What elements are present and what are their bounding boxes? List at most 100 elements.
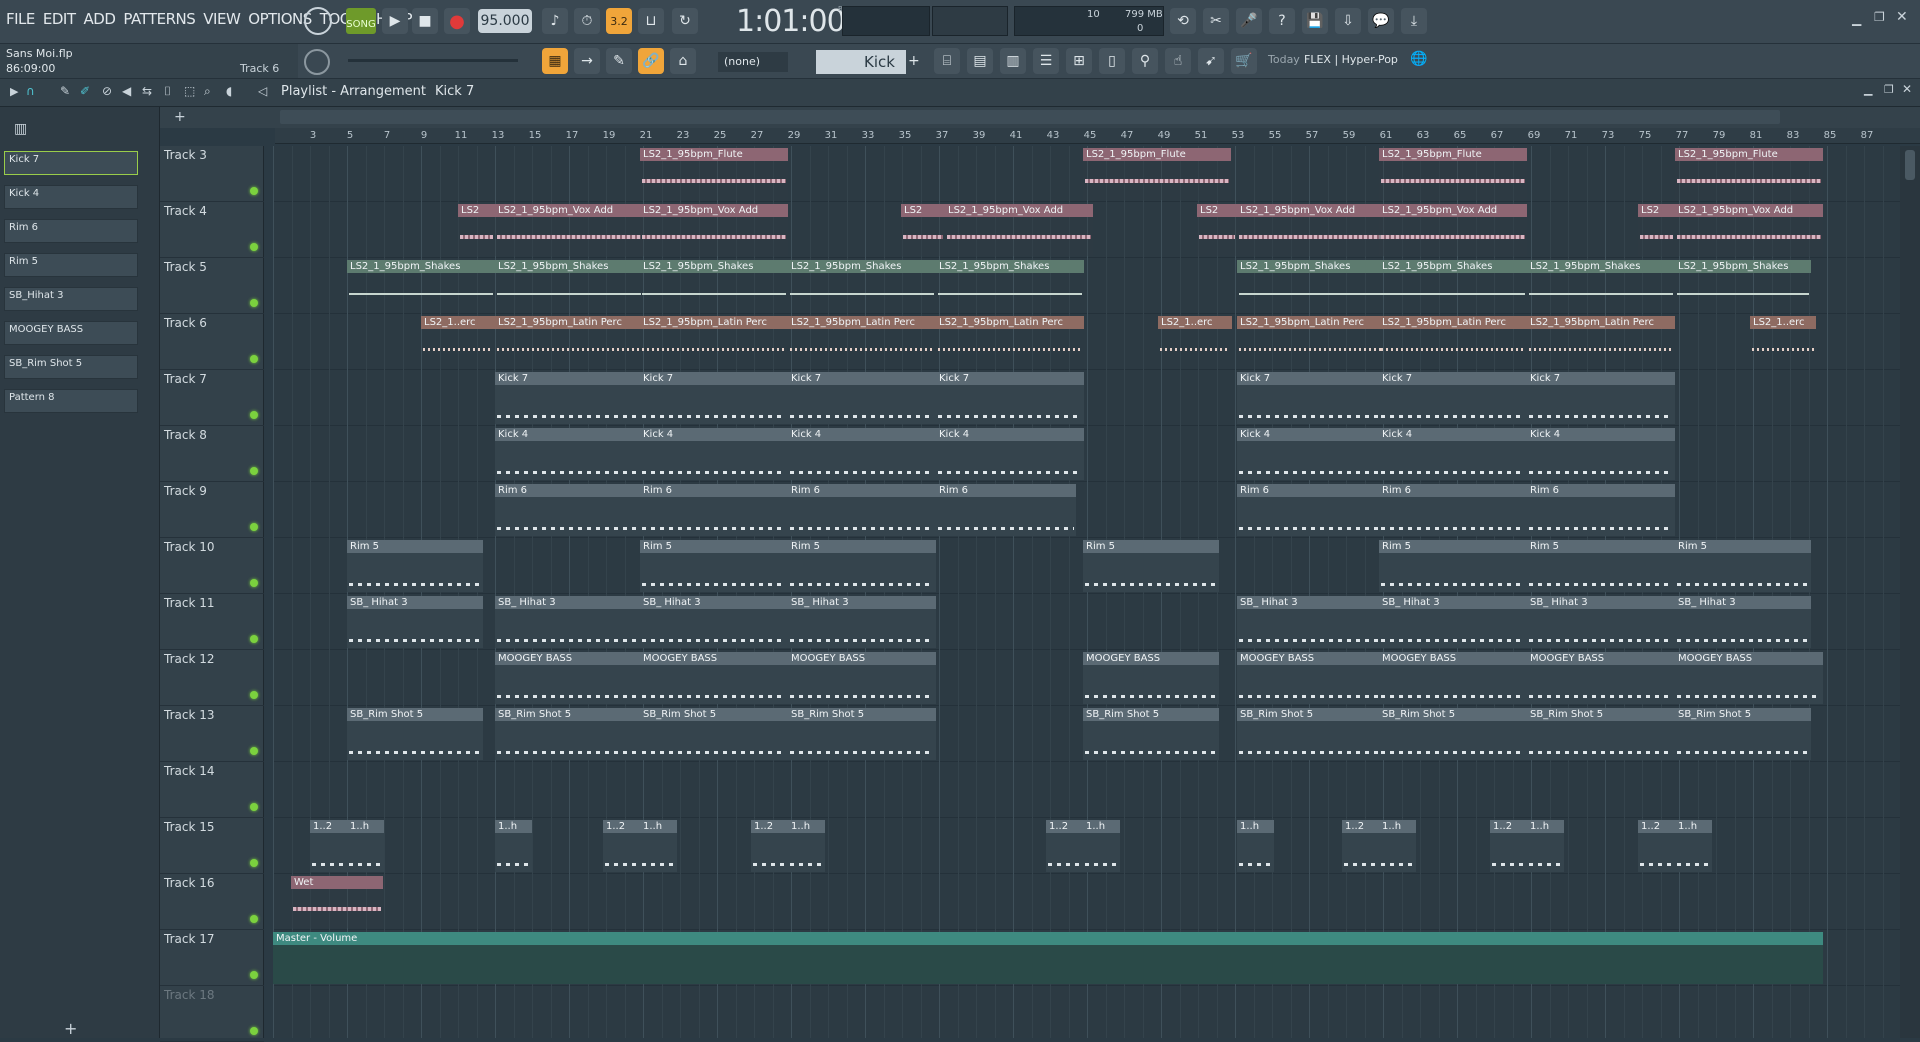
playlist-menu-icon[interactable]: ◁ <box>258 84 267 98</box>
clip[interactable]: MOOGEY BASS <box>640 652 788 704</box>
piano-roll-icon[interactable]: ▤ <box>967 48 993 74</box>
undo-icon[interactable]: ⟲ <box>1170 8 1196 34</box>
pencil-icon[interactable]: ✎ <box>60 84 70 98</box>
clip[interactable]: 1..2 <box>1342 820 1379 872</box>
clip[interactable]: LS2_1_95bpm_Flute <box>640 148 788 200</box>
clip[interactable]: LS2_1_95bpm_Shakes <box>788 260 936 312</box>
clip[interactable]: Rim 5 <box>347 540 483 592</box>
clip[interactable]: Rim 6 <box>1379 484 1527 536</box>
clip[interactable]: Rim 6 <box>640 484 788 536</box>
menu-edit[interactable]: EDIT <box>41 10 78 30</box>
pitch-slider[interactable] <box>348 59 518 62</box>
stamp-icon[interactable]: ⌂ <box>670 48 696 74</box>
track-enable-icon[interactable] <box>250 411 258 419</box>
clip[interactable]: LS2_1_95bpm_Latin Perc <box>495 316 643 368</box>
record-icon[interactable]: ● <box>444 8 470 34</box>
track-header[interactable]: Track 9 <box>160 482 264 538</box>
close-icon[interactable]: ✕ <box>1896 9 1908 25</box>
clip[interactable]: 1..h <box>347 820 384 872</box>
pattern-marker[interactable] <box>788 764 802 816</box>
paint-icon[interactable]: ✐ <box>80 84 90 98</box>
clip[interactable]: SB_ Hihat 3 <box>640 596 788 648</box>
menu-view[interactable]: VIEW <box>201 10 242 30</box>
clip[interactable]: 1..h <box>788 820 825 872</box>
dj-icon[interactable]: ➹ <box>1198 48 1224 74</box>
speaker-icon[interactable]: ◖ <box>226 84 232 98</box>
wait-icon[interactable]: ⏱ <box>574 8 600 34</box>
picker-item-rim-5[interactable]: Rim 5 <box>4 253 138 277</box>
track-enable-icon[interactable] <box>250 1027 258 1035</box>
clip[interactable]: SB_ Hihat 3 <box>1527 596 1675 648</box>
clip[interactable]: Kick 7 <box>495 372 643 424</box>
clip[interactable]: SB_Rim Shot 5 <box>495 708 643 760</box>
clip[interactable]: MOOGEY BASS <box>788 652 936 704</box>
clip[interactable]: 1..h <box>495 820 532 872</box>
clip[interactable]: MOOGEY BASS <box>1379 652 1527 704</box>
clip[interactable]: 1..h <box>640 820 677 872</box>
clip[interactable]: Wet <box>291 876 383 928</box>
channel-selector[interactable]: Kick 7 <box>816 50 906 95</box>
playlist-icon[interactable]: ▦ <box>542 48 568 74</box>
arrow-icon[interactable]: → <box>574 48 600 74</box>
track-header[interactable]: Track 10 <box>160 538 264 594</box>
chat-icon[interactable]: 💬 <box>1368 8 1394 34</box>
pattern-marker[interactable] <box>495 764 509 816</box>
track-header[interactable]: Track 11 <box>160 594 264 650</box>
clip[interactable]: Rim 5 <box>640 540 788 592</box>
track-enable-icon[interactable] <box>250 803 258 811</box>
restore-icon[interactable]: ❐ <box>1874 10 1885 24</box>
picker-item-kick-4[interactable]: Kick 4 <box>4 185 138 209</box>
track-header[interactable]: Track 4 <box>160 202 264 258</box>
pattern-selector[interactable]: (none) <box>718 52 788 72</box>
track-enable-icon[interactable] <box>250 635 258 643</box>
horizontal-scrollbar[interactable] <box>280 110 1780 124</box>
track-enable-icon[interactable] <box>250 355 258 363</box>
channel-rack-icon[interactable]: ⌸ <box>934 48 960 74</box>
slice-icon[interactable]: ⌷ <box>164 84 171 99</box>
export-icon[interactable]: ⇩ <box>1335 8 1361 34</box>
countdown-icon[interactable]: 3.2 <box>606 8 632 34</box>
clip[interactable]: SB_Rim Shot 5 <box>1527 708 1675 760</box>
track-header[interactable]: Track 15 <box>160 818 264 874</box>
play-small-icon[interactable]: ▶ <box>10 85 18 98</box>
play-icon[interactable]: ▶ <box>382 8 408 34</box>
clip[interactable]: MOOGEY BASS <box>1237 652 1385 704</box>
clip[interactable]: LS2_1_95bpm_Shakes <box>347 260 495 312</box>
clip[interactable]: SB_ Hihat 3 <box>1379 596 1527 648</box>
track-enable-icon[interactable] <box>250 187 258 195</box>
add-channel-icon[interactable]: + <box>908 53 920 69</box>
clip[interactable]: LS2_1_95bpm_Shakes <box>640 260 788 312</box>
clip[interactable]: SB_Rim Shot 5 <box>640 708 788 760</box>
pattern-marker[interactable] <box>1675 764 1689 816</box>
pattern-marker[interactable] <box>347 764 361 816</box>
clip[interactable]: 1..2 <box>1638 820 1675 872</box>
clip[interactable]: 1..2 <box>310 820 347 872</box>
clip[interactable]: LS2_1_95bpm_Shakes <box>1379 260 1527 312</box>
clip[interactable]: Kick 7 <box>1379 372 1527 424</box>
track-header[interactable]: Track 17 <box>160 930 264 986</box>
playlist-close-icon[interactable]: ✕ <box>1902 82 1912 96</box>
clip[interactable]: 1..h <box>1083 820 1120 872</box>
clip[interactable]: LS2_1_95bpm_Latin Perc <box>1379 316 1527 368</box>
track-enable-icon[interactable] <box>250 467 258 475</box>
clip[interactable]: Kick 7 <box>1237 372 1385 424</box>
picker-item-pattern-8[interactable]: Pattern 8 <box>4 389 138 413</box>
picker-item-hihat-3[interactable]: SB_Hihat 3 <box>4 287 138 311</box>
clip[interactable]: MOOGEY BASS <box>1083 652 1219 704</box>
clip[interactable]: SB_Rim Shot 5 <box>347 708 483 760</box>
clip[interactable]: Kick 4 <box>1527 428 1675 480</box>
clip[interactable]: Kick 7 <box>936 372 1084 424</box>
track-enable-icon[interactable] <box>250 747 258 755</box>
file-icon[interactable]: ▯ <box>1099 48 1125 74</box>
clip[interactable]: LS2_1_95bpm_Latin Perc <box>1237 316 1385 368</box>
pattern-marker[interactable] <box>1379 764 1393 816</box>
clip[interactable]: Kick 4 <box>495 428 643 480</box>
clip[interactable]: LS2 <box>1197 204 1237 256</box>
clip[interactable]: 1..2 <box>751 820 788 872</box>
picker-item-rim-shot-5[interactable]: SB_Rim Shot 5 <box>4 355 138 379</box>
piano-icon[interactable]: ▥ <box>14 121 27 137</box>
song-mode-toggle[interactable]: SONG <box>346 8 376 34</box>
save-icon[interactable]: 💾 <box>1302 8 1328 34</box>
microphone-icon[interactable]: 🎤 <box>1236 8 1262 34</box>
clip[interactable]: LS2_1_95bpm_Shakes <box>495 260 643 312</box>
